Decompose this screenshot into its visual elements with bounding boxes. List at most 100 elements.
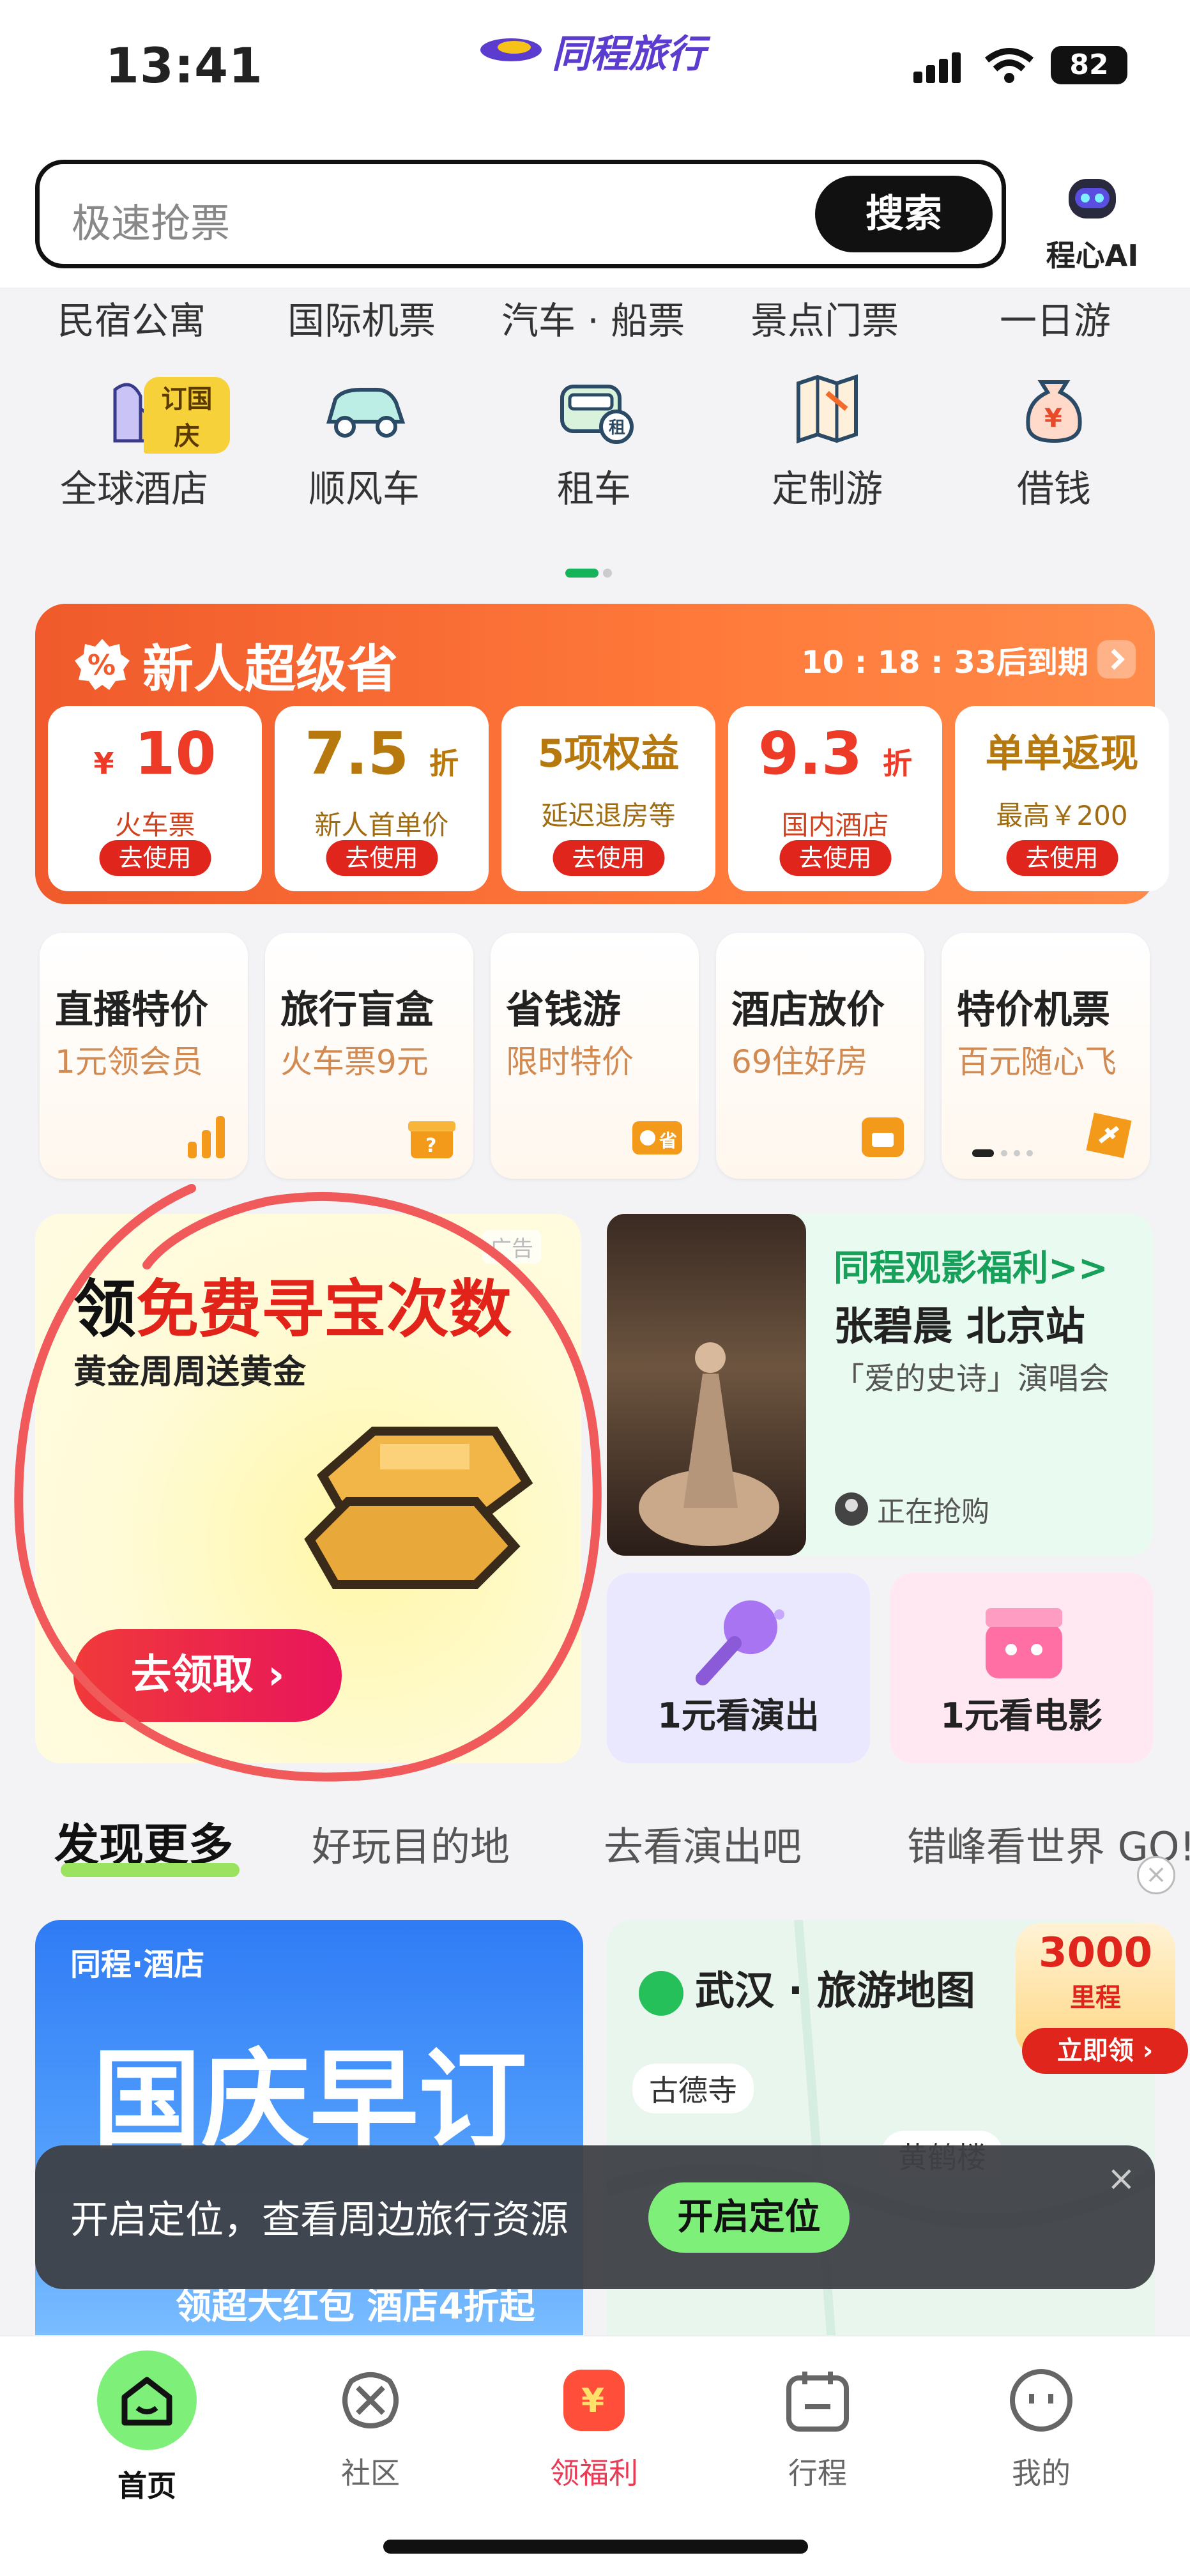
mileage-unit: 里程 bbox=[1070, 1983, 1121, 2012]
search-button[interactable]: 搜索 bbox=[815, 176, 993, 252]
nav-day-trip[interactable]: 一日游 bbox=[1000, 291, 1111, 344]
nav-car-rental-label: 租车 bbox=[556, 467, 631, 510]
promo-title: 新人超级省 bbox=[142, 640, 398, 699]
map-pin-icon: 省 bbox=[632, 1121, 682, 1154]
show-1yuan-card[interactable]: 1元看演出 bbox=[607, 1573, 870, 1763]
coupon-sub: 延迟退房等 bbox=[541, 800, 676, 831]
nav-carpool-label: 顺风车 bbox=[308, 467, 420, 510]
wifi-icon bbox=[984, 48, 1034, 83]
brand-name: 同程旅行 bbox=[552, 32, 705, 77]
nav-homestay[interactable]: 民宿公寓 bbox=[57, 291, 206, 344]
coupon-domestic-hotel[interactable]: 9.3 折 国内酒店 去使用 bbox=[728, 706, 942, 891]
airplane-icon bbox=[1086, 1112, 1132, 1158]
treasure-hunt-banner[interactable]: 领免费寻宝次数 黄金周周送黄金 广告 去领取 › bbox=[35, 1214, 581, 1763]
enable-location-button[interactable]: 开启定位 bbox=[648, 2182, 850, 2253]
coupon-sub: 新人首单价 bbox=[314, 809, 449, 841]
feature-hotel-discount[interactable]: 酒店放价 69住好房 bbox=[716, 933, 924, 1179]
feature-sub: 69住好房 bbox=[731, 1043, 868, 1080]
feature-sub: 百元随心飞 bbox=[957, 1043, 1117, 1080]
claim-mileage-button[interactable]: 立即领 › bbox=[1022, 2028, 1188, 2074]
nav-bus-ship[interactable]: 汽车 · 船票 bbox=[501, 291, 685, 344]
nav-intl-flight[interactable]: 国际机票 bbox=[287, 291, 436, 344]
coupon-value: ¥ 10 bbox=[48, 719, 262, 799]
claim-button[interactable]: 去领取 › bbox=[73, 1629, 342, 1722]
nav-scenic-tickets[interactable]: 景点门票 bbox=[751, 291, 899, 344]
map-card-title: 武汉 · 旅游地图 bbox=[639, 1958, 975, 2016]
close-icon[interactable]: × bbox=[1137, 1856, 1175, 1894]
coupon-use-button[interactable]: 去使用 bbox=[553, 840, 664, 876]
treasure-title: 领免费寻宝次数 bbox=[73, 1259, 512, 1349]
svg-text:¥: ¥ bbox=[581, 2382, 604, 2420]
coupon-unit: 折 bbox=[429, 746, 459, 781]
coupon-use-button[interactable]: 去使用 bbox=[326, 840, 438, 876]
ai-label: 程心AI bbox=[1046, 238, 1139, 273]
active-tab-underline bbox=[61, 1863, 240, 1877]
coupon-value: 7.5 折 bbox=[275, 719, 489, 799]
coupon-use-button[interactable]: 去使用 bbox=[779, 840, 891, 876]
nav-custom-tour[interactable]: 定制游 bbox=[731, 371, 923, 512]
money-bag-icon: ¥ bbox=[1026, 380, 1082, 443]
nav-global-hotel[interactable]: 订国庆 全球酒店 bbox=[38, 371, 230, 512]
svg-text:¥: ¥ bbox=[1044, 404, 1062, 433]
concert-card[interactable]: 同程观影福利>> 张碧晨 北京站 「爱的史诗」演唱会 正在抢购 bbox=[607, 1214, 1153, 1556]
carousel-dots bbox=[972, 1149, 1033, 1157]
signal-icon bbox=[913, 52, 961, 83]
concert-promo-title[interactable]: 同程观影福利>> bbox=[834, 1239, 1108, 1291]
feature-title: 省钱游 bbox=[506, 988, 621, 1032]
show-1yuan-label: 1元看演出 bbox=[657, 1696, 820, 1736]
chevron-right-icon[interactable] bbox=[1097, 640, 1136, 678]
discover-tabs: 发现更多 好玩目的地 去看演出吧 错峰看世界 GO! bbox=[0, 1802, 1190, 1878]
promo-timer: 10 : 18 : 33后到期 bbox=[801, 637, 1136, 682]
tab-itinerary-label: 行程 bbox=[788, 2456, 847, 2490]
tab-welfare[interactable]: ¥ 领福利 bbox=[517, 2362, 671, 2492]
search-input[interactable]: 极速抢票 bbox=[72, 191, 230, 249]
coupon-use-button[interactable]: 去使用 bbox=[99, 840, 211, 876]
coupon-value: 9.3 折 bbox=[728, 719, 942, 799]
brand-logo: 同程旅行 bbox=[479, 23, 705, 79]
coupon-benefits[interactable]: 5项权益 延迟退房等 去使用 bbox=[501, 706, 715, 891]
tab-shows[interactable]: 去看演出吧 bbox=[604, 1814, 802, 1872]
coupon-cashback[interactable]: 单单返现 最高￥200 去使用 bbox=[955, 706, 1169, 891]
bar-chart-icon bbox=[188, 1116, 225, 1158]
robot-icon bbox=[1069, 179, 1116, 218]
feature-title: 酒店放价 bbox=[731, 988, 885, 1032]
coupon-big: 10 bbox=[134, 719, 217, 788]
tab-itinerary[interactable]: 行程 bbox=[741, 2362, 894, 2492]
movie-1yuan-card[interactable]: 1元看电影 bbox=[890, 1573, 1153, 1763]
feature-budget-tour[interactable]: 省钱游 限时特价 省 bbox=[491, 933, 699, 1179]
tab-community[interactable]: 社区 bbox=[294, 2362, 447, 2492]
community-icon bbox=[342, 2372, 399, 2428]
coupon-train[interactable]: ¥ 10 火车票 去使用 bbox=[48, 706, 262, 891]
top-category-nav: 民宿公寓 国际机票 汽车 · 船票 景点门票 一日游 bbox=[0, 291, 1190, 348]
tab-home[interactable]: 首页 bbox=[70, 2350, 224, 2505]
nav-borrow-money[interactable]: ¥ 借钱 bbox=[958, 371, 1150, 512]
coupon-sub: 国内酒店 bbox=[781, 809, 889, 841]
nav-carpool[interactable]: 顺风车 bbox=[268, 371, 460, 512]
svg-text:?: ? bbox=[425, 1135, 436, 1157]
film-clapper-icon bbox=[986, 1608, 1062, 1678]
ai-assistant-button[interactable]: 程心AI bbox=[1035, 174, 1150, 275]
tab-fun-destinations[interactable]: 好玩目的地 bbox=[312, 1814, 510, 1872]
search-bar[interactable]: 极速抢票 搜索 bbox=[35, 160, 1006, 268]
coupon-use-button[interactable]: 去使用 bbox=[1006, 840, 1118, 876]
microphone-icon bbox=[696, 1600, 784, 1685]
toast-close-icon[interactable]: × bbox=[1107, 2158, 1136, 2198]
hotel-badge: 订国庆 bbox=[144, 377, 230, 454]
feature-cheap-flights[interactable]: 特价机票 百元随心飞 bbox=[942, 933, 1150, 1179]
mileage-reward-badge[interactable]: 3000 里程 立即领 › bbox=[1016, 1923, 1188, 2074]
nav-car-rental[interactable]: 租 租车 bbox=[498, 371, 690, 512]
new-user-promo-panel: % 新人超级省 10 : 18 : 33后到期 ¥ 10 火车票 去使用 7.5… bbox=[35, 604, 1169, 904]
feature-live-deals[interactable]: 直播特价 1元领会员 bbox=[40, 933, 248, 1179]
tab-profile[interactable]: 我的 bbox=[965, 2362, 1118, 2492]
concert-show-name: 「爱的史诗」演唱会 bbox=[834, 1361, 1110, 1397]
map-pin-gude-temple[interactable]: 古德寺 bbox=[632, 2064, 754, 2113]
feature-sub: 1元领会员 bbox=[55, 1043, 203, 1080]
nav-custom-tour-label: 定制游 bbox=[771, 467, 883, 510]
feature-blind-box[interactable]: 旅行盲盒 火车票9元 ? bbox=[265, 933, 473, 1179]
coupon-prefix: ¥ bbox=[93, 746, 114, 781]
svg-text:%: % bbox=[88, 649, 116, 682]
location-icon bbox=[639, 1970, 683, 2016]
svg-text:省: 省 bbox=[659, 1130, 677, 1151]
treasure-title-main: 免费寻宝次数 bbox=[136, 1273, 512, 1346]
coupon-first-order[interactable]: 7.5 折 新人首单价 去使用 bbox=[275, 706, 489, 891]
